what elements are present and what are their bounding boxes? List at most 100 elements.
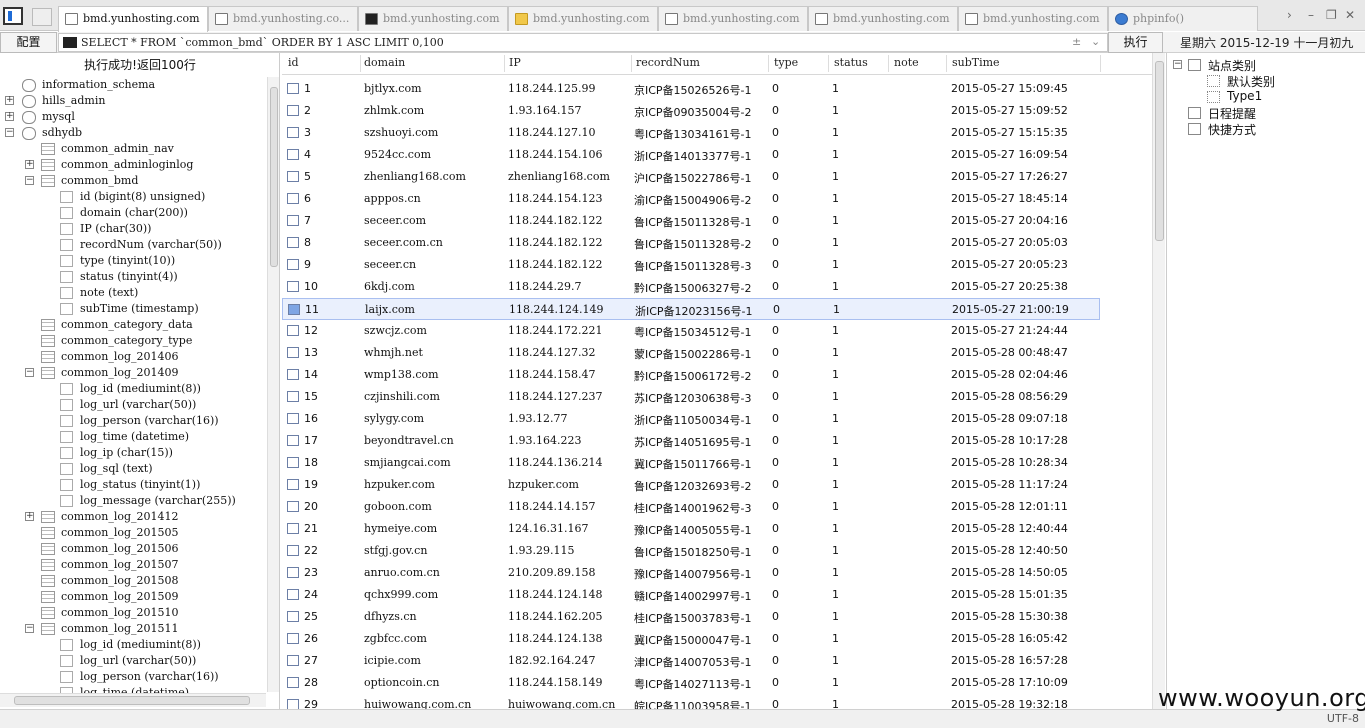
cell-subtime[interactable]: 2015-05-28 10:17:28 [951, 434, 1068, 447]
table-row[interactable]: 10 6kdj.com 118.244.29.7 黔ICP备15006327号-2 0 1… [282, 276, 1152, 298]
cell-domain[interactable]: seceer.com [364, 214, 426, 227]
collapse-icon[interactable]: − [25, 624, 34, 633]
cell-type[interactable]: 0 [772, 126, 779, 139]
cell-recordnum[interactable]: 鲁ICP备15011328号-2 [634, 236, 752, 252]
cell-type[interactable]: 0 [772, 412, 779, 425]
tree-node-column[interactable]: log_status (tinyint(1)) [0, 477, 266, 493]
cell-domain[interactable]: zhlmk.com [364, 104, 424, 117]
cell-domain[interactable]: apppos.cn [364, 192, 421, 205]
table-row[interactable]: 20 goboon.com 118.244.14.157 桂ICP备14001962号… [282, 496, 1152, 518]
cell-ip[interactable]: 118.244.127.10 [508, 126, 595, 139]
cell-id[interactable]: 17 [304, 434, 318, 447]
cell-domain[interactable]: hymeiye.com [364, 522, 437, 535]
expand-icon[interactable]: + [5, 96, 14, 105]
cell-recordnum[interactable]: 豫ICP备14005055号-1 [634, 522, 752, 538]
tree-node-db[interactable]: + mysql [0, 109, 266, 125]
cell-ip[interactable]: 118.244.124.138 [508, 632, 602, 645]
cell-subtime[interactable]: 2015-05-28 12:40:50 [951, 544, 1068, 557]
table-row[interactable]: 3 szshuoyi.com 118.244.127.10 粤ICP备13034161… [282, 122, 1152, 144]
cell-recordnum[interactable]: 鲁ICP备15011328号-1 [634, 214, 752, 230]
expand-icon[interactable]: + [5, 112, 14, 121]
table-row[interactable]: 9 seceer.cn 118.244.182.122 鲁ICP备15011328号-… [282, 254, 1152, 276]
cell-id[interactable]: 21 [304, 522, 318, 535]
cell-recordnum[interactable]: 苏ICP备14051695号-1 [634, 434, 752, 450]
cell-domain[interactable]: goboon.com [364, 500, 432, 513]
table-row[interactable]: 25 dfhyzs.cn 118.244.162.205 桂ICP备15003783号… [282, 606, 1152, 628]
cell-status[interactable]: 1 [833, 303, 840, 316]
cell-subtime[interactable]: 2015-05-28 00:48:47 [951, 346, 1068, 359]
cell-ip[interactable]: 210.209.89.158 [508, 566, 595, 579]
tree-node-table[interactable]: − common_log_201409 [0, 365, 266, 381]
cell-domain[interactable]: whmjh.net [364, 346, 423, 359]
cell-subtime[interactable]: 2015-05-28 02:04:46 [951, 368, 1068, 381]
cell-subtime[interactable]: 2015-05-27 20:25:38 [951, 280, 1068, 293]
cell-id[interactable]: 26 [304, 632, 318, 645]
cell-recordnum[interactable]: 苏ICP备12030638号-3 [634, 390, 752, 406]
tree-node-column[interactable]: log_id (mediumint(8)) [0, 381, 266, 397]
cell-type[interactable]: 0 [772, 588, 779, 601]
cell-id[interactable]: 1 [304, 82, 311, 95]
cell-type[interactable]: 0 [772, 192, 779, 205]
cell-recordnum[interactable]: 桂ICP备14001962号-3 [634, 500, 752, 516]
cell-id[interactable]: 25 [304, 610, 318, 623]
cell-id[interactable]: 13 [304, 346, 318, 359]
cell-type[interactable]: 0 [772, 280, 779, 293]
category-item[interactable]: 日程提醒 [1167, 105, 1365, 121]
cell-id[interactable]: 6 [304, 192, 311, 205]
tree-node-column[interactable]: type (tinyint(10)) [0, 253, 266, 269]
column-divider[interactable] [768, 55, 769, 72]
category-item[interactable]: Type1 [1167, 89, 1365, 105]
cell-subtime[interactable]: 2015-05-27 15:09:52 [951, 104, 1068, 117]
cell-type[interactable]: 0 [772, 258, 779, 271]
cell-domain[interactable]: seceer.cn [364, 258, 416, 271]
tree-node-table[interactable]: + common_log_201412 [0, 509, 266, 525]
tree-node-table[interactable]: common_log_201508 [0, 573, 266, 589]
tab-scroll-right-icon[interactable]: › [1287, 8, 1292, 22]
tree-node-table[interactable]: common_log_201406 [0, 349, 266, 365]
cell-ip[interactable]: 1.93.12.77 [508, 412, 567, 425]
tree-node-table[interactable]: common_log_201507 [0, 557, 266, 573]
cell-ip[interactable]: 118.244.182.122 [508, 214, 602, 227]
cell-type[interactable]: 0 [772, 544, 779, 557]
tab-8[interactable]: phpinfo() [1108, 6, 1258, 31]
column-header-status[interactable]: status [834, 56, 868, 69]
cell-subtime[interactable]: 2015-05-28 15:01:35 [951, 588, 1068, 601]
cell-subtime[interactable]: 2015-05-27 18:45:14 [951, 192, 1068, 205]
cell-status[interactable]: 1 [832, 676, 839, 689]
cell-ip[interactable]: 118.244.158.149 [508, 676, 602, 689]
tree-node-column[interactable]: log_sql (text) [0, 461, 266, 477]
tab-3[interactable]: bmd.yunhosting.com [358, 6, 508, 31]
table-row[interactable]: 24 qchx999.com 118.244.124.148 赣ICP备1400299… [282, 584, 1152, 606]
tab-1[interactable]: bmd.yunhosting.com [58, 6, 208, 32]
cell-ip[interactable]: zhenliang168.com [508, 170, 610, 183]
tree-node-table[interactable]: common_log_201509 [0, 589, 266, 605]
grid-vertical-scrollbar[interactable] [1152, 53, 1165, 709]
cell-type[interactable]: 0 [772, 390, 779, 403]
table-row[interactable]: 8 seceer.com.cn 118.244.182.122 鲁ICP备150113… [282, 232, 1152, 254]
cell-id[interactable]: 18 [304, 456, 318, 469]
cell-id[interactable]: 22 [304, 544, 318, 557]
cell-status[interactable]: 1 [832, 610, 839, 623]
cell-subtime[interactable]: 2015-05-27 16:09:54 [951, 148, 1068, 161]
tree-node-column[interactable]: note (text) [0, 285, 266, 301]
cell-subtime[interactable]: 2015-05-27 17:26:27 [951, 170, 1068, 183]
table-row[interactable]: 21 hymeiye.com 124.16.31.167 豫ICP备14005055号… [282, 518, 1152, 540]
cell-recordnum[interactable]: 津ICP备14007053号-1 [634, 654, 752, 670]
cell-ip[interactable]: 118.244.124.148 [508, 588, 602, 601]
cell-ip[interactable]: 118.244.172.221 [508, 324, 602, 337]
cell-type[interactable]: 0 [772, 104, 779, 117]
column-divider[interactable] [631, 55, 632, 72]
chevron-down-icon[interactable]: ⌄ [1091, 35, 1100, 48]
category-item[interactable]: 默认类别 [1167, 73, 1365, 89]
table-row[interactable]: 22 stfgj.gov.cn 1.93.29.115 鲁ICP备15018250号-… [282, 540, 1152, 562]
cell-subtime[interactable]: 2015-05-27 21:00:19 [952, 303, 1069, 316]
cell-recordnum[interactable]: 京ICP备15026526号-1 [634, 82, 752, 98]
cell-status[interactable]: 1 [832, 368, 839, 381]
cell-status[interactable]: 1 [832, 236, 839, 249]
cell-domain[interactable]: stfgj.gov.cn [364, 544, 427, 557]
cell-subtime[interactable]: 2015-05-27 20:04:16 [951, 214, 1068, 227]
cell-ip[interactable]: 118.244.14.157 [508, 500, 595, 513]
cell-ip[interactable]: 1.93.29.115 [508, 544, 574, 557]
cell-subtime[interactable]: 2015-05-28 14:50:05 [951, 566, 1068, 579]
cell-id[interactable]: 15 [304, 390, 318, 403]
